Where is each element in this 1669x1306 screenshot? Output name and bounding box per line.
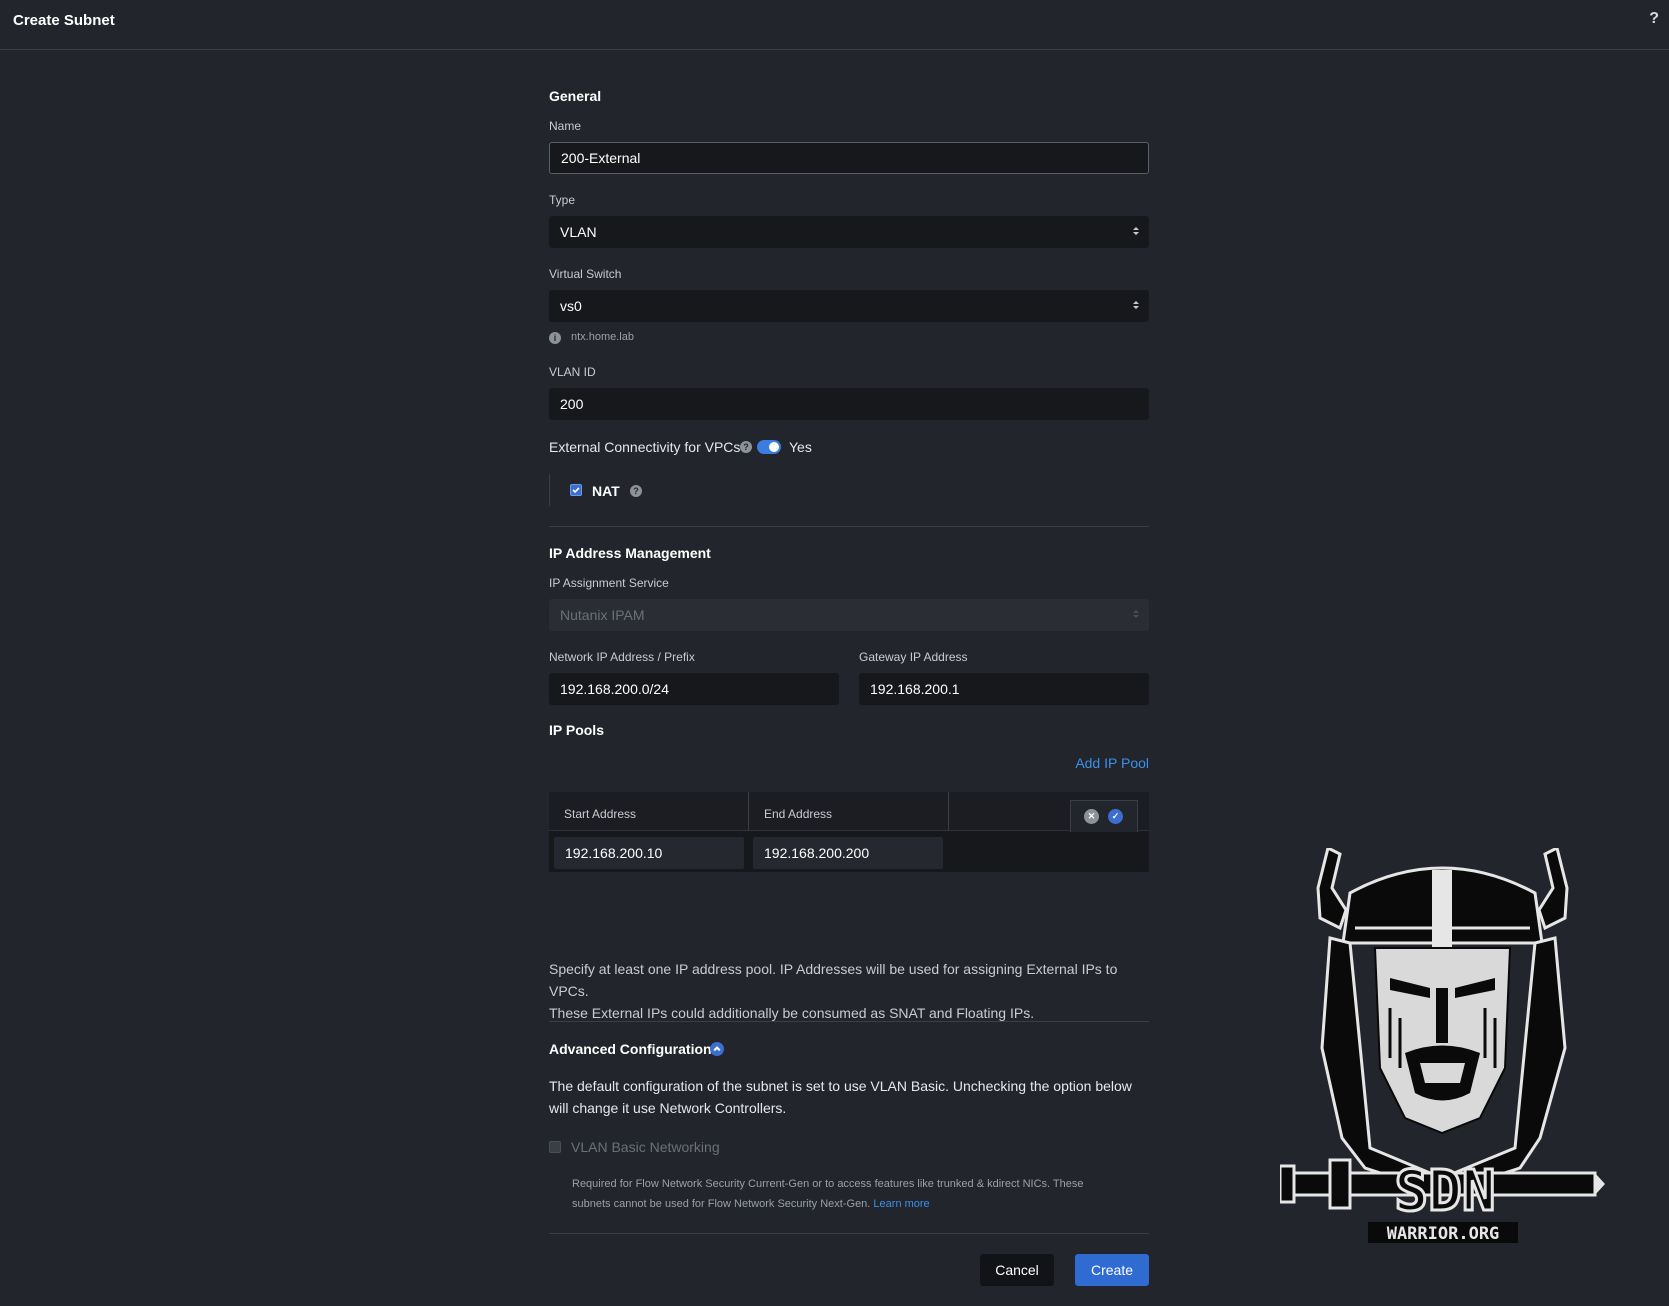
header-bar: Create Subnet ? (0, 0, 1669, 50)
select-arrows-icon (1133, 301, 1139, 309)
network-prefix-label: Network IP Address / Prefix (549, 650, 695, 664)
help-icon[interactable]: ? (1649, 10, 1659, 28)
vlan-basic-note-line-1: Required for Flow Network Security Curre… (572, 1178, 1084, 1190)
check-icon (572, 487, 580, 494)
learn-more-link[interactable]: Learn more (873, 1198, 929, 1210)
vlan-basic-note: Required for Flow Network Security Curre… (572, 1174, 1149, 1214)
pool-note-line-1: Specify at least one IP address pool. IP… (549, 961, 1118, 999)
vswitch-hint: ntx.home.lab (571, 331, 634, 343)
collapse-icon[interactable] (710, 1042, 724, 1056)
ip-assignment-select: Nutanix IPAM (549, 599, 1149, 631)
sdn-warrior-logo: SDN WARRIOR.ORG (1278, 845, 1605, 1244)
vlan-basic-note-line-2: subnets cannot be used for Flow Network … (572, 1198, 871, 1210)
section-general-title: General (549, 88, 602, 104)
external-connectivity-toggle[interactable] (757, 440, 781, 454)
vlan-id-label: VLAN ID (549, 365, 596, 379)
advanced-description-line-1: The default configuration of the subnet … (549, 1078, 1132, 1094)
name-input[interactable]: 200-External (549, 142, 1149, 174)
divider (549, 1021, 1149, 1022)
gateway-input[interactable]: 192.168.200.1 (859, 673, 1149, 705)
add-ip-pool-link[interactable]: Add IP Pool (1075, 755, 1149, 771)
vswitch-select-value: vs0 (560, 298, 582, 314)
vlan-id-input[interactable]: 200 (549, 388, 1149, 420)
advanced-description: The default configuration of the subnet … (549, 1075, 1149, 1119)
type-select-value: VLAN (560, 224, 597, 240)
select-arrows-icon (1133, 610, 1139, 618)
nat-indent-line (549, 474, 550, 506)
type-label: Type (549, 193, 576, 207)
create-button[interactable]: Create (1075, 1254, 1149, 1286)
warrior-org-text: WARRIOR.ORG (1387, 1224, 1500, 1243)
pool-end-input[interactable]: 192.168.200.200 (753, 837, 943, 869)
advanced-description-line-2: will change it use Network Controllers. (549, 1100, 787, 1116)
vswitch-label: Virtual Switch (549, 267, 622, 281)
section-advanced-title: Advanced Configuration (549, 1041, 712, 1057)
ip-assignment-value: Nutanix IPAM (560, 607, 645, 623)
gateway-label: Gateway IP Address (859, 650, 968, 664)
divider (549, 526, 1149, 527)
pool-note: Specify at least one IP address pool. IP… (549, 958, 1149, 1024)
cancel-button[interactable]: Cancel (980, 1254, 1054, 1286)
section-ipam-title: IP Address Management (549, 545, 711, 561)
sdn-letters: SDN (1394, 1159, 1495, 1224)
ip-assignment-label: IP Assignment Service (549, 576, 669, 590)
help-circle-icon[interactable]: ? (740, 441, 752, 453)
pool-start-input[interactable]: 192.168.200.10 (554, 837, 744, 869)
nat-checkbox[interactable] (570, 484, 582, 496)
external-connectivity-label: External Connectivity for VPCs (549, 439, 741, 455)
vlan-basic-label: VLAN Basic Networking (571, 1139, 720, 1155)
help-circle-icon[interactable]: ? (630, 485, 642, 497)
vswitch-select[interactable]: vs0 (549, 290, 1149, 322)
column-header-end: End Address (749, 792, 949, 831)
row-actions: ✕ ✓ (1070, 800, 1138, 832)
vlan-basic-checkbox[interactable] (549, 1141, 561, 1153)
viking-logo-icon: SDN WARRIOR.ORG (1278, 845, 1605, 1244)
confirm-row-icon[interactable]: ✓ (1108, 809, 1123, 824)
select-arrows-icon (1133, 227, 1139, 235)
network-prefix-input[interactable]: 192.168.200.0/24 (549, 673, 839, 705)
nat-label: NAT (592, 483, 620, 499)
page-title: Create Subnet (13, 12, 115, 29)
divider (549, 1233, 1149, 1234)
column-header-actions: ✕ ✓ (949, 792, 1149, 832)
type-select[interactable]: VLAN (549, 216, 1149, 248)
external-connectivity-state: Yes (789, 439, 812, 455)
info-icon: i (549, 332, 561, 344)
vlan-basic-note-line-2-wrap: subnets cannot be used for Flow Network … (572, 1194, 1149, 1214)
ip-pools-title: IP Pools (549, 722, 604, 738)
name-label: Name (549, 119, 582, 133)
cancel-row-icon[interactable]: ✕ (1084, 809, 1099, 824)
column-header-start: Start Address (549, 792, 749, 831)
ip-pools-table: Start Address End Address ✕ ✓ 192.168.20… (549, 792, 1149, 872)
